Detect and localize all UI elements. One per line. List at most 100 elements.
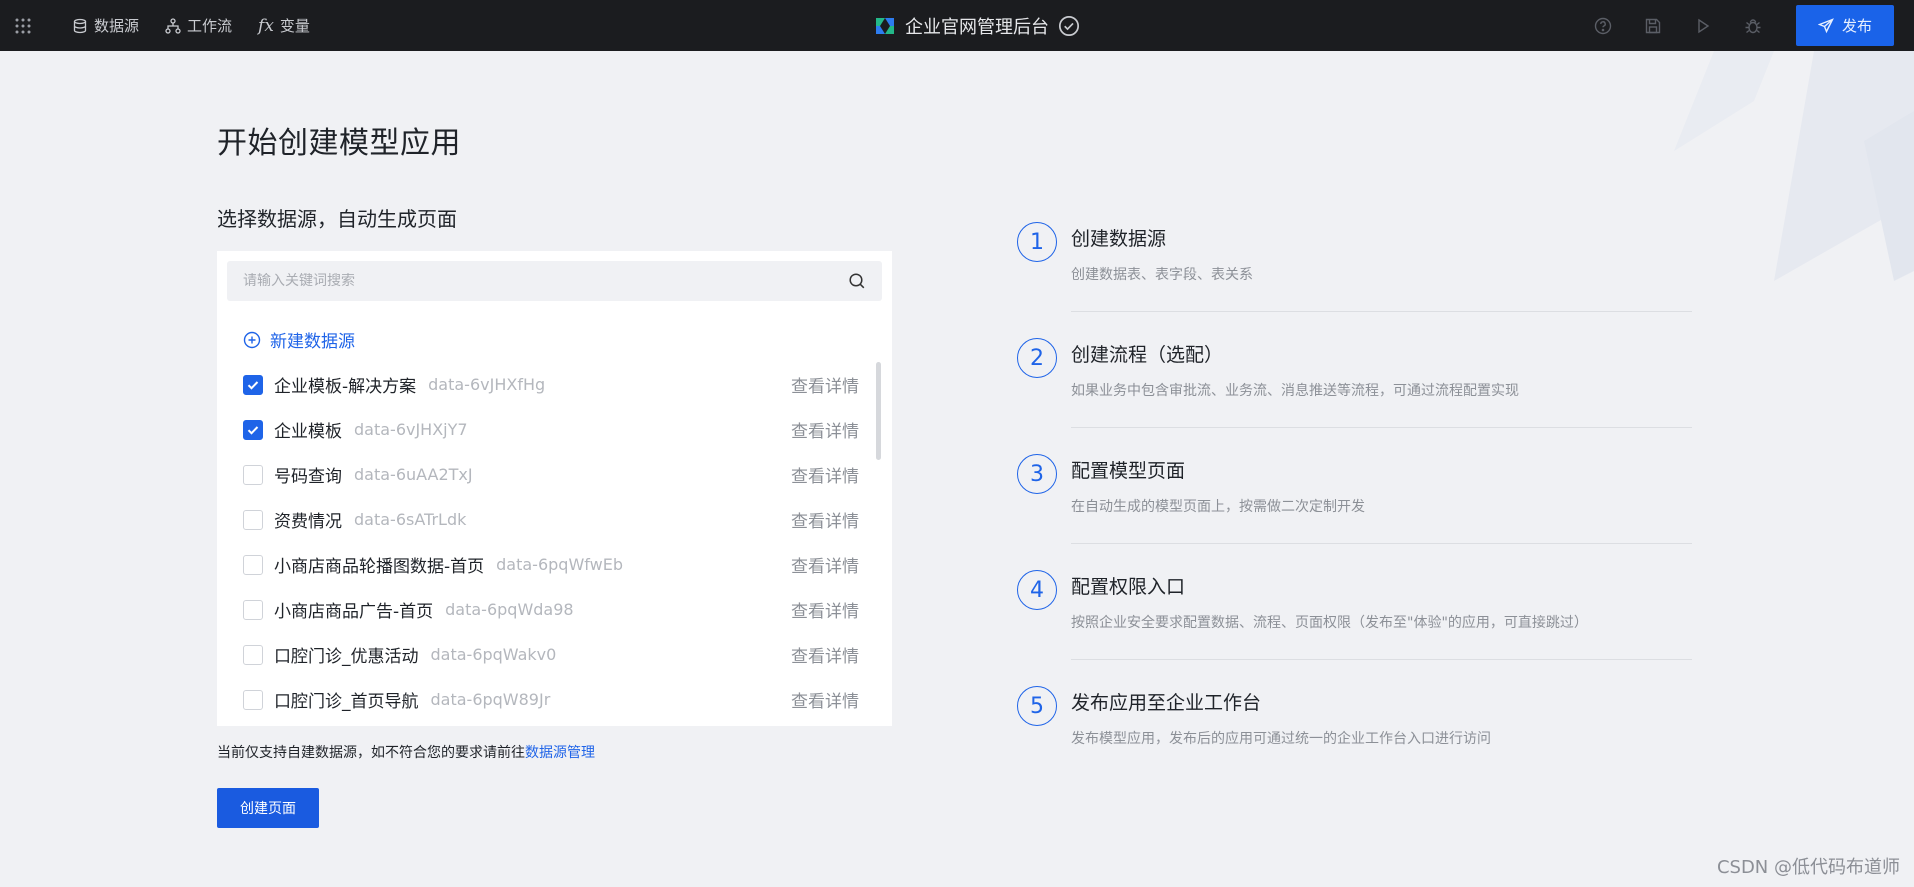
nav-datasource[interactable]: 数据源: [72, 0, 139, 51]
step-title: 创建数据源: [1071, 228, 1167, 250]
datasource-list: 企业模板-解决方案 data-6vJHXfHg 查看详情 企业模板 data-6vJHX…: [217, 362, 877, 722]
datasource-panel: 新建数据源 企业模板-解决方案data-6vJHXfHg查看详情企业模板data…: [217, 251, 892, 726]
step-divider: [1071, 543, 1692, 544]
publish-button[interactable]: 发布: [1795, 5, 1894, 46]
datasource-name: 口腔门诊_优惠活动: [274, 647, 419, 667]
nav-variables[interactable]: fx 变量: [258, 0, 310, 51]
datasource-row[interactable]: 口腔门诊_优惠活动 data-6pqWakv0 查看详情: [217, 632, 877, 677]
step-item: 1 创建数据源创建数据表、表字段、表关系: [1017, 220, 1692, 336]
datasource-code: data-6vJHXjY7: [354, 420, 468, 439]
step-title: 配置权限入口: [1071, 576, 1186, 598]
view-detail-link[interactable]: 查看详情: [791, 417, 859, 442]
step-divider: [1071, 427, 1692, 428]
datasource-name: 号码查询: [274, 467, 342, 487]
view-detail-link[interactable]: 查看详情: [791, 462, 859, 487]
search-icon[interactable]: [848, 272, 866, 290]
datasource-checkbox[interactable]: [243, 419, 263, 440]
list-scrollbar[interactable]: [876, 362, 881, 460]
datasource-row[interactable]: 小商店商品广告-首页 data-6pqWda98 查看详情: [217, 587, 877, 632]
view-detail-link[interactable]: 查看详情: [791, 507, 859, 532]
datasource-code: data-6pqWfwEb: [496, 555, 623, 574]
step-item: 5 发布应用至企业工作台发布模型应用，发布后的应用可通过统一的企业工作台入口进行访…: [1017, 684, 1692, 800]
datasource-row[interactable]: 小商店商品轮播图数据-首页 data-6pqWfwEb 查看详情: [217, 542, 877, 587]
datasource-checkbox[interactable]: [243, 374, 263, 395]
datasource-code: data-6vJHXfHg: [428, 375, 546, 394]
step-item: 4 配置权限入口按照企业安全要求配置数据、流程、页面权限（发布至"体验"的应用，可…: [1017, 568, 1692, 684]
fx-icon: fx: [258, 15, 274, 36]
search-input[interactable]: [243, 273, 848, 289]
publish-label: 发布: [1841, 17, 1872, 35]
watermark: CSDN @低代码布道师: [1716, 857, 1900, 878]
verified-check-icon: [1058, 15, 1080, 36]
background-decoration: [1654, 51, 1914, 331]
new-datasource-link[interactable]: 新建数据源: [243, 327, 355, 352]
datasource-checkbox[interactable]: [243, 464, 263, 485]
database-icon: [73, 18, 87, 33]
new-datasource-label: 新建数据源: [270, 332, 355, 352]
section-subtitle: 选择数据源，自动生成页面: [217, 207, 457, 231]
play-icon[interactable]: [1694, 17, 1712, 35]
step-description: 如果业务中包含审批流、业务流、消息推送等流程，可通过流程配置实现: [1071, 383, 1519, 399]
topbar-tools: 发布: [1594, 0, 1894, 51]
datasource-checkbox[interactable]: [243, 554, 263, 575]
datasource-note: 当前仅支持自建数据源，如不符合您的要求请前往数据源管理: [217, 742, 595, 762]
check-icon: [247, 380, 259, 390]
add-circle-icon: [243, 331, 261, 348]
step-description: 创建数据表、表字段、表关系: [1071, 267, 1253, 283]
create-page-button[interactable]: 创建页面: [217, 788, 319, 828]
datasource-checkbox[interactable]: [243, 599, 263, 620]
view-detail-link[interactable]: 查看详情: [791, 552, 859, 577]
app-title: 企业官网管理后台: [905, 16, 1049, 38]
step-number: 3: [1017, 454, 1057, 494]
app-logo-icon: [876, 17, 894, 34]
datasource-code: data-6uAA2TxJ: [354, 465, 473, 484]
steps-list: 1 创建数据源创建数据表、表字段、表关系 2 创建流程（选配） 如果业务中包含审批流、业…: [1017, 220, 1692, 800]
datasource-code: data-6pqWda98: [445, 600, 574, 619]
step-number: 4: [1017, 570, 1057, 610]
datasource-checkbox[interactable]: [243, 644, 263, 665]
debug-icon[interactable]: [1744, 17, 1762, 35]
datasource-code: data-6pqWakv0: [430, 645, 557, 664]
datasource-row[interactable]: 资费情况 data-6sATrLdk 查看详情: [217, 497, 877, 542]
datasource-row[interactable]: 口腔门诊_首页导航 data-6pqW89Jr 查看详情: [217, 677, 877, 722]
view-detail-link[interactable]: 查看详情: [791, 597, 859, 622]
datasource-name: 小商店商品轮播图数据-首页: [274, 557, 485, 577]
datasource-name: 企业模板: [274, 422, 342, 442]
workflow-icon: [165, 17, 181, 34]
datasource-name: 资费情况: [274, 512, 342, 532]
view-detail-link[interactable]: 查看详情: [791, 372, 859, 397]
step-item: 2 创建流程（选配） 如果业务中包含审批流、业务流、消息推送等流程，可通过流程配置实…: [1017, 336, 1692, 452]
datasource-management-link[interactable]: 数据源管理: [525, 745, 595, 761]
view-detail-link[interactable]: 查看详情: [791, 642, 859, 667]
step-divider: [1071, 659, 1692, 660]
save-icon[interactable]: [1644, 17, 1662, 35]
step-number: 2: [1017, 338, 1057, 378]
step-title: 配置模型页面: [1071, 460, 1186, 482]
page-title: 开始创建模型应用: [217, 126, 461, 161]
datasource-checkbox[interactable]: [243, 689, 263, 710]
search-box: [227, 261, 882, 301]
step-description: 发布模型应用，发布后的应用可通过统一的企业工作台入口进行访问: [1071, 731, 1491, 747]
step-title: 发布应用至企业工作台: [1071, 692, 1262, 714]
app-grid-icon[interactable]: [0, 0, 46, 51]
send-icon: [1817, 17, 1834, 33]
datasource-code: data-6sATrLdk: [354, 510, 467, 529]
datasource-row[interactable]: 号码查询 data-6uAA2TxJ 查看详情: [217, 452, 877, 497]
step-title: 创建流程（选配）: [1071, 344, 1224, 366]
nav-variables-label: 变量: [279, 17, 310, 35]
step-number: 5: [1017, 686, 1057, 726]
datasource-checkbox[interactable]: [243, 509, 263, 530]
datasource-row[interactable]: 企业模板-解决方案 data-6vJHXfHg 查看详情: [217, 362, 877, 407]
nav-workflow[interactable]: 工作流: [165, 0, 232, 51]
step-item: 3 配置模型页面 在自动生成的模型页面上，按需做二次定制开发: [1017, 452, 1692, 568]
step-description: 按照企业安全要求配置数据、流程、页面权限（发布至"体验"的应用，可直接跳过）: [1071, 615, 1588, 631]
help-icon[interactable]: [1594, 17, 1612, 35]
datasource-row[interactable]: 企业模板 data-6vJHXjY7 查看详情: [217, 407, 877, 452]
nav-datasource-label: 数据源: [94, 17, 140, 35]
check-icon: [247, 425, 259, 435]
note-text: 当前仅支持自建数据源，如不符合您的要求请前往: [217, 745, 525, 761]
view-detail-link[interactable]: 查看详情: [791, 687, 859, 712]
step-number: 1: [1017, 222, 1057, 262]
nav-workflow-label: 工作流: [187, 17, 233, 35]
datasource-name: 小商店商品广告-首页: [274, 602, 434, 622]
